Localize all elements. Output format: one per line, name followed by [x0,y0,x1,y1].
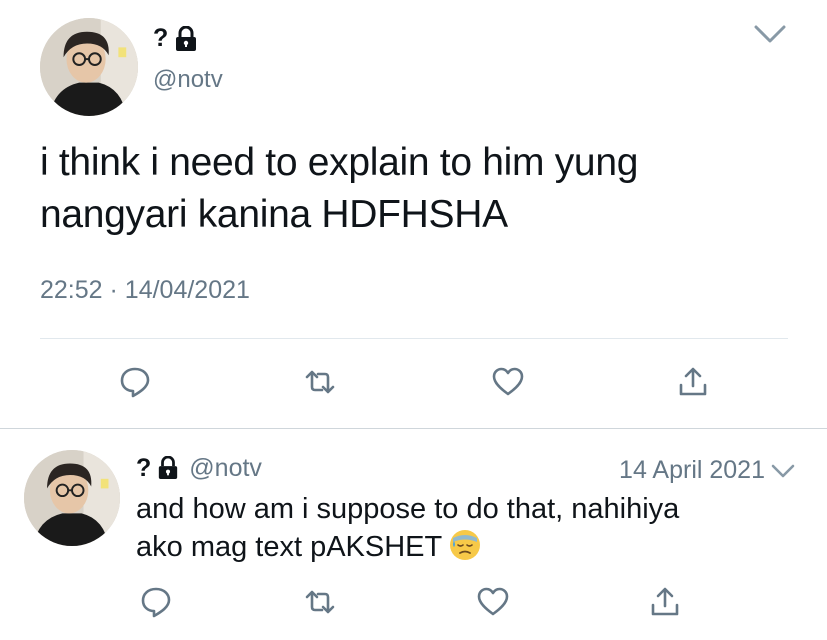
tweet-timestamp[interactable]: 22:52 · 14/04/2021 [40,276,250,305]
share-icon [679,367,707,396]
display-name-text: ? [136,454,152,482]
lock-icon [174,25,198,52]
retweet-icon [305,590,335,614]
reply-text-line: ako mag text pAKSHET [136,531,443,563]
reply-date[interactable]: 14 April 2021 [619,456,765,485]
reply-header: ? @notv [136,454,262,483]
avatar[interactable] [24,450,120,546]
reply-icon [141,587,171,618]
like-button[interactable] [488,362,528,402]
reply-icon [120,367,150,398]
like-icon [477,587,509,616]
display-name[interactable]: ? [153,24,198,53]
handle[interactable]: @notv [153,66,223,94]
share-button[interactable] [673,362,713,402]
share-button[interactable] [645,582,685,622]
reply-text: and how am i suppose to do that, nahihiy… [136,490,796,566]
reply-text-line-2: ako mag text pAKSHET [136,528,796,566]
tweet-text-line: i think i need to explain to him yung [40,141,639,184]
share-icon [651,587,679,616]
like-icon [492,367,524,396]
like-button[interactable] [473,582,513,622]
chevron-down-icon[interactable] [752,22,788,46]
tweet-date: 14/04/2021 [124,276,250,304]
tweet-text-line: nangyari kanina HDFHSHA [40,193,508,236]
divider [0,428,827,429]
chevron-down-icon[interactable] [770,462,796,480]
meta-separator: · [109,276,118,304]
downcast-face-with-sweat-emoji [448,528,482,562]
tweet-time: 22:52 [40,276,103,304]
tweet-text: i think i need to explain to him yung na… [40,137,800,241]
profile-photo [40,18,138,116]
display-name[interactable]: ? [136,454,181,483]
reply-button[interactable] [115,362,155,402]
retweet-button[interactable] [300,362,340,402]
reply-text-line: and how am i suppose to do that, nahihiy… [136,493,680,525]
retweet-button[interactable] [300,582,340,622]
handle[interactable]: @notv [189,454,262,483]
avatar[interactable] [40,18,138,116]
divider [40,338,788,339]
display-name-text: ? [153,24,169,52]
retweet-icon [305,370,335,394]
reply-button[interactable] [136,582,176,622]
profile-photo [24,450,120,546]
lock-icon [157,455,181,482]
